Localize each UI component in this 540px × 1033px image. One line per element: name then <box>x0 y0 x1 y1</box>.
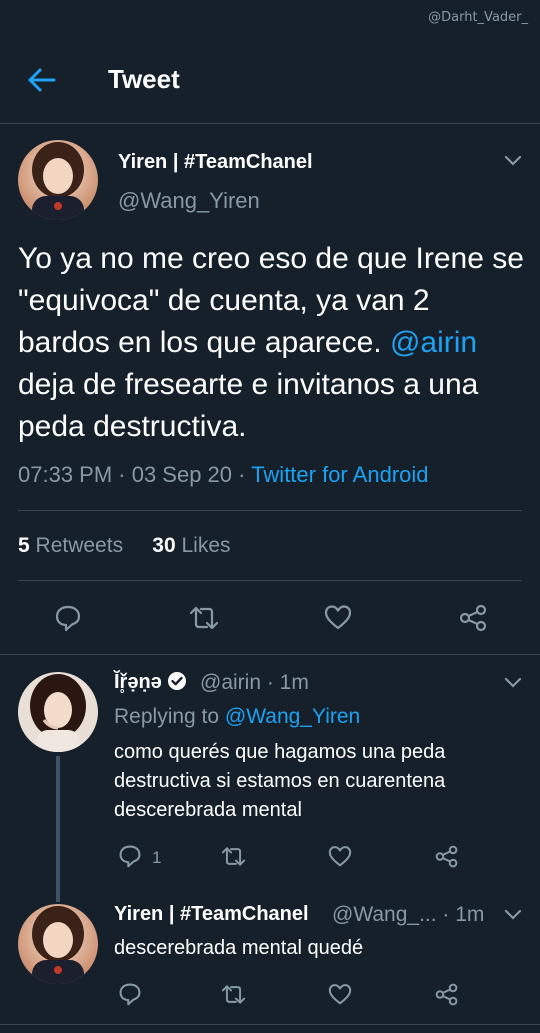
reply-icon[interactable] <box>118 982 142 1006</box>
share-icon[interactable] <box>434 983 459 1006</box>
verified-icon <box>168 672 187 690</box>
retweet-icon[interactable] <box>220 845 247 868</box>
retweet-icon[interactable] <box>220 983 247 1006</box>
divider <box>18 510 522 511</box>
reply-text: como querés que hagamos una peda destruc… <box>114 741 446 821</box>
divider <box>0 1024 540 1025</box>
avatar-image <box>18 672 98 752</box>
chevron-down-icon[interactable] <box>504 909 522 921</box>
thread-line <box>56 756 60 902</box>
likes-stat[interactable]: 30 Likes <box>152 534 230 557</box>
author-name[interactable]: Ĭř̥ə̣ṇə <box>114 671 187 694</box>
avatar-image <box>18 904 98 984</box>
reply-text: descerebrada mental quedé <box>114 937 364 959</box>
avatar[interactable] <box>18 904 98 984</box>
replying-to: Replying to @Wang_Yiren <box>114 705 361 728</box>
client-link[interactable]: Twitter for Android <box>251 462 428 487</box>
reply-icon[interactable] <box>54 604 82 632</box>
avatar-image <box>18 140 98 220</box>
like-icon[interactable] <box>324 604 352 630</box>
back-arrow-icon[interactable] <box>26 66 58 94</box>
avatar[interactable] <box>18 140 98 220</box>
avatar[interactable] <box>18 672 98 752</box>
author-name[interactable]: Yiren | #TeamChanel <box>118 151 313 174</box>
divider <box>0 654 540 655</box>
retweet-icon[interactable] <box>188 604 220 632</box>
author-handle[interactable]: @Wang_Yiren <box>118 188 260 214</box>
divider <box>18 580 522 581</box>
page-title: Tweet <box>108 64 180 94</box>
like-icon[interactable] <box>328 845 352 867</box>
author-handle[interactable]: @airin · 1m <box>200 671 309 695</box>
watermark: @Darht_Vader_ <box>428 10 528 25</box>
share-icon[interactable] <box>434 845 459 868</box>
chevron-down-icon[interactable] <box>504 155 522 167</box>
retweets-stat[interactable]: 5 Retweets <box>18 534 123 557</box>
reply-icon[interactable] <box>118 844 142 868</box>
chevron-down-icon[interactable] <box>504 677 522 689</box>
share-icon[interactable] <box>458 604 488 632</box>
top-bar: Tweet <box>0 38 540 124</box>
author-handle[interactable]: @Wang_... · 1m <box>332 903 484 927</box>
tweet-text: Yo ya no me creo eso de que Irene se "eq… <box>18 242 524 443</box>
tweet-meta: 07:33 PM · 03 Sep 20 · Twitter for Andro… <box>18 462 429 487</box>
mention-link[interactable]: @Wang_Yiren <box>225 705 360 728</box>
author-name[interactable]: Yiren | #TeamChanel <box>114 903 309 926</box>
tweet-stats: 5 Retweets 30 Likes <box>18 534 231 558</box>
like-icon[interactable] <box>328 983 352 1005</box>
reply-count: 1 <box>152 848 162 867</box>
mention-link[interactable]: @airin <box>390 326 477 359</box>
